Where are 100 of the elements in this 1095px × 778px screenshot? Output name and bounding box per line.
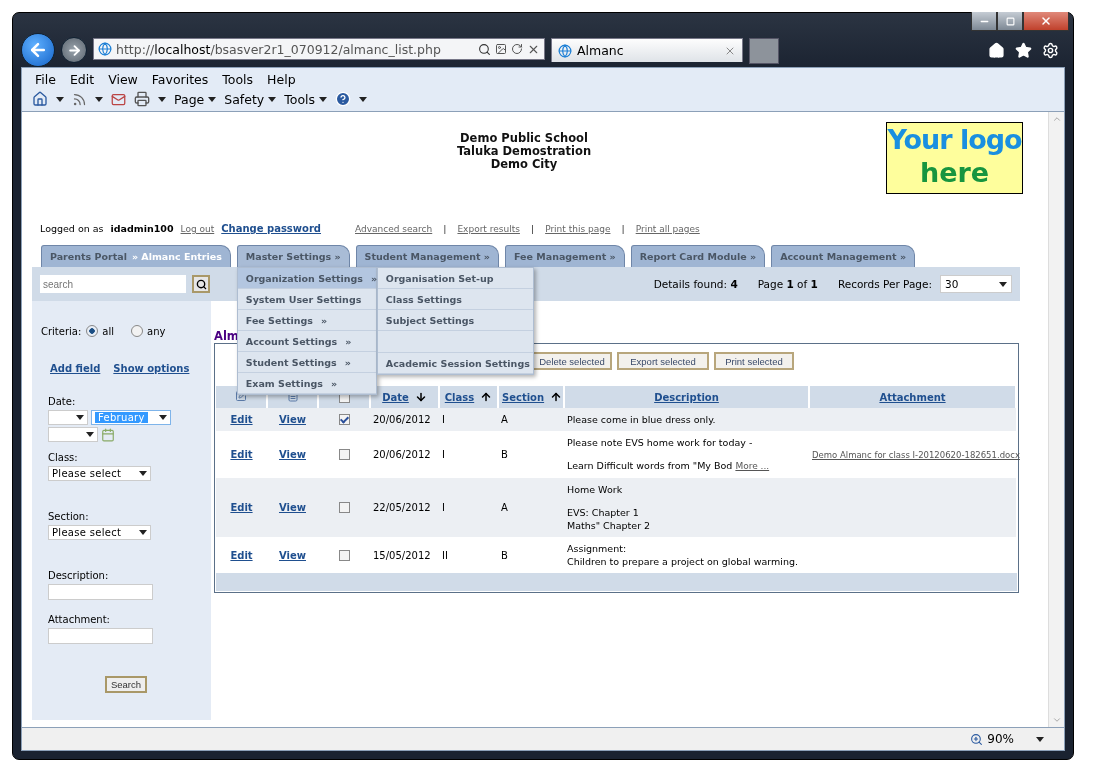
close-button[interactable] xyxy=(1023,12,1069,31)
dropdown-menu-item[interactable]: Student Settings » xyxy=(237,352,376,373)
mail-icon[interactable] xyxy=(111,91,126,107)
dropdown-menu-item[interactable]: System User Settings xyxy=(237,289,376,310)
attachment-field[interactable] xyxy=(48,628,153,644)
refresh-icon[interactable] xyxy=(511,43,523,55)
edit-link[interactable]: Edit xyxy=(230,549,253,561)
date-cell: 22/05/2012 xyxy=(373,502,431,513)
row-checkbox[interactable] xyxy=(338,414,350,426)
edit-link[interactable]: Edit xyxy=(230,449,253,460)
more-link[interactable]: More ... xyxy=(735,461,770,471)
maximize-button[interactable] xyxy=(997,12,1023,31)
browser-tab[interactable]: Almanc xyxy=(551,38,743,62)
toolbar-button[interactable]: Print selected xyxy=(714,352,794,370)
forward-button[interactable] xyxy=(61,37,87,63)
caret-icon xyxy=(1036,736,1044,742)
star-icon[interactable] xyxy=(1015,42,1032,59)
day-select[interactable] xyxy=(48,410,88,425)
section-cell: B xyxy=(501,549,508,561)
search-button[interactable] xyxy=(192,275,210,293)
select-all-checkbox[interactable] xyxy=(338,392,350,404)
date-cell: 20/06/2012 xyxy=(373,414,431,425)
menu-item[interactable]: View xyxy=(101,71,145,88)
class-cell: I xyxy=(442,502,445,513)
submenu-item[interactable]: Organisation Set-up xyxy=(377,268,533,289)
settings-icon[interactable] xyxy=(1042,42,1059,59)
printer-icon[interactable] xyxy=(134,91,150,107)
edit-link[interactable]: Edit xyxy=(230,502,253,513)
toolbar-button[interactable]: Export selected xyxy=(617,352,709,370)
nav-tab[interactable]: Account Management » xyxy=(771,245,916,267)
dropdown-menu-item[interactable]: Organization Settings » xyxy=(237,268,376,289)
submenu-item[interactable]: Class Settings xyxy=(377,289,533,310)
date-cell: 20/06/2012 xyxy=(373,449,431,460)
logout-link[interactable]: Log out xyxy=(180,223,215,234)
pencil-icon[interactable] xyxy=(235,390,247,402)
arrow-up-icon[interactable] xyxy=(480,391,493,404)
action-link[interactable]: Print all pages xyxy=(635,223,700,234)
view-link[interactable]: View xyxy=(279,449,306,460)
sidebar-link[interactable]: Show options xyxy=(113,363,190,374)
submenu-item[interactable]: Subject Settings xyxy=(377,310,533,331)
view-link[interactable]: View xyxy=(279,502,306,513)
menu-item[interactable]: Tools xyxy=(215,71,261,88)
row-checkbox[interactable] xyxy=(338,549,350,561)
menu-item[interactable]: Edit xyxy=(62,71,102,88)
zoom-icon[interactable] xyxy=(970,732,984,746)
arrow-right-icon xyxy=(66,42,82,58)
image-icon[interactable] xyxy=(495,43,507,55)
description-field[interactable] xyxy=(48,584,153,600)
caret-icon xyxy=(359,96,368,102)
search-field[interactable]: search xyxy=(40,275,186,293)
class-select[interactable]: Please select xyxy=(48,466,151,481)
caret-icon xyxy=(999,281,1007,287)
row-checkbox[interactable] xyxy=(338,449,350,461)
action-link[interactable]: Print this page xyxy=(545,223,611,234)
dropdown-menu-item[interactable]: Account Settings » xyxy=(237,331,376,352)
nav-tab[interactable]: Report Card Module » xyxy=(630,245,766,267)
menu-item[interactable]: File xyxy=(28,71,63,88)
submenu-item[interactable]: Academic Session Settings xyxy=(377,353,533,374)
dropdown-menu-item[interactable]: Exam Settings » xyxy=(237,373,376,394)
criteria-radio[interactable]: any xyxy=(131,325,166,337)
command-button[interactable]: Safety xyxy=(224,91,277,107)
nav-tab[interactable]: Master Settings » xyxy=(236,245,350,267)
date-cell: 15/05/2012 xyxy=(373,549,431,561)
minimize-button[interactable] xyxy=(971,12,997,31)
arrow-down-icon[interactable] xyxy=(414,391,427,404)
menu-item[interactable]: Favorites xyxy=(144,71,216,88)
description-line: EVS: Chapter 1 xyxy=(567,506,640,519)
back-button[interactable] xyxy=(21,33,55,67)
arrow-up-icon[interactable] xyxy=(550,391,563,404)
command-button[interactable]: Page xyxy=(174,91,217,107)
action-link[interactable]: Export results xyxy=(457,223,520,234)
year-select[interactable] xyxy=(48,427,98,442)
dropdown-menu-item[interactable]: Fee Settings » xyxy=(237,310,376,331)
menu-item[interactable]: Help xyxy=(260,71,303,88)
command-button[interactable]: Tools xyxy=(284,91,328,107)
caret-icon xyxy=(268,96,277,102)
toolbar-button[interactable]: Delete selected xyxy=(532,352,612,370)
sidebar-link[interactable]: Add field xyxy=(50,363,101,374)
nav-tab[interactable]: Student Management » xyxy=(355,245,499,267)
row-checkbox[interactable] xyxy=(338,502,350,514)
search-icon xyxy=(195,278,207,290)
criteria-radio[interactable]: all xyxy=(86,325,115,337)
class-cell: II xyxy=(442,549,448,561)
change-password-link[interactable]: Change password xyxy=(221,223,321,234)
records-per-page-select[interactable]: 30 xyxy=(940,275,1012,293)
nav-tab[interactable]: Fee Management » xyxy=(505,245,625,267)
zoom-level[interactable]: 90% xyxy=(987,732,1014,746)
column-header[interactable]: Attachment xyxy=(879,392,946,403)
rss-icon[interactable] xyxy=(72,91,87,107)
address-bar[interactable]: http://localhost/bsasver2r1_070912/almanc_list.php xyxy=(93,38,545,60)
view-link[interactable]: View xyxy=(279,549,306,561)
nav-tab[interactable]: Parents Portal » Almanc Entries xyxy=(41,245,231,267)
action-link[interactable]: Advanced search xyxy=(355,223,433,234)
help-icon[interactable] xyxy=(335,91,352,107)
class-cell: I xyxy=(442,414,445,425)
search-button[interactable]: Search xyxy=(104,676,148,693)
search-icon[interactable] xyxy=(478,42,491,56)
username: idadmin100 xyxy=(110,223,174,234)
section-select[interactable]: Please select xyxy=(48,525,151,540)
column-header[interactable]: Description xyxy=(654,392,719,403)
